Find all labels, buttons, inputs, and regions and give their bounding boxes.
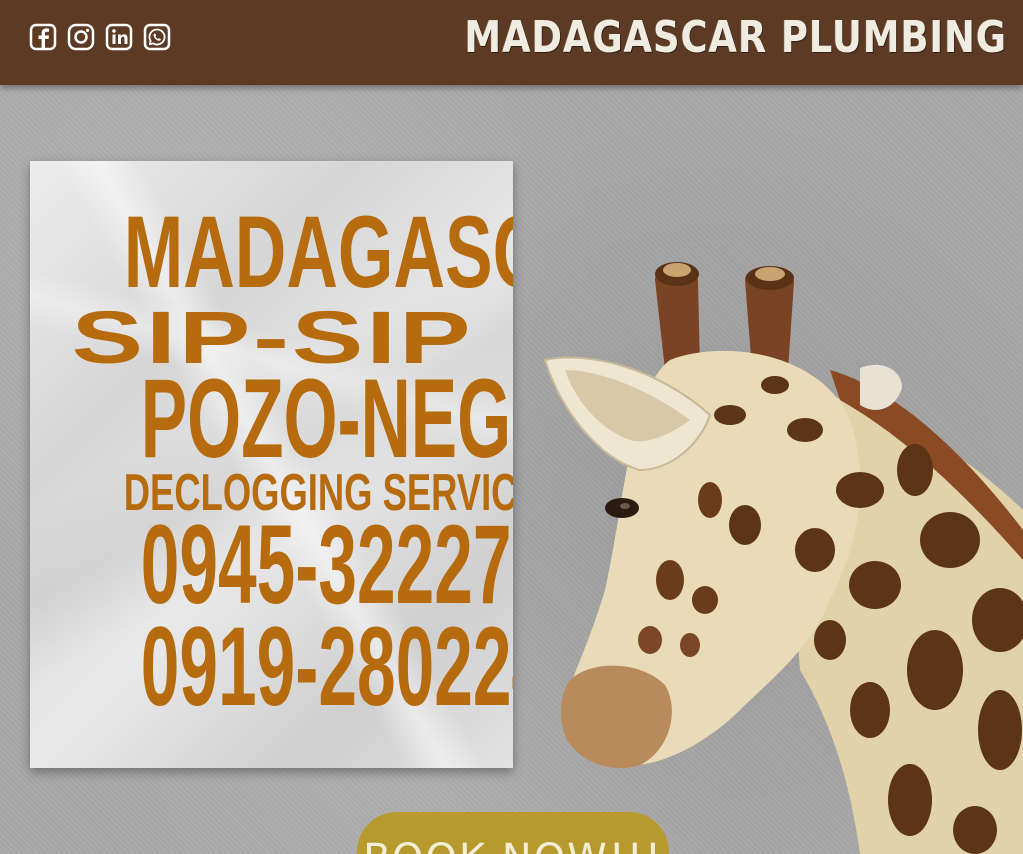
giraffe-image (543, 262, 1023, 854)
poster-line-pozo-negro: POZO-NEGRO (140, 356, 513, 481)
service-poster: MADAGASCAR SIP-SIP POZO-NEGRO DECLOGGING… (30, 161, 513, 768)
poster-phone-2: 0919-2802248 (140, 604, 513, 729)
poster-line-company: MADAGASCAR (123, 195, 513, 309)
site-header: MADAGASCAR PLUMBING (0, 0, 1023, 85)
book-now-button[interactable]: BOOK NOW!!! (357, 812, 669, 854)
social-links (29, 23, 171, 51)
instagram-icon[interactable] (67, 23, 95, 51)
whatsapp-icon[interactable] (143, 23, 171, 51)
facebook-icon[interactable] (29, 23, 57, 51)
brand-title[interactable]: MADAGASCAR PLUMBING (464, 12, 1007, 64)
linkedin-icon[interactable] (105, 23, 133, 51)
